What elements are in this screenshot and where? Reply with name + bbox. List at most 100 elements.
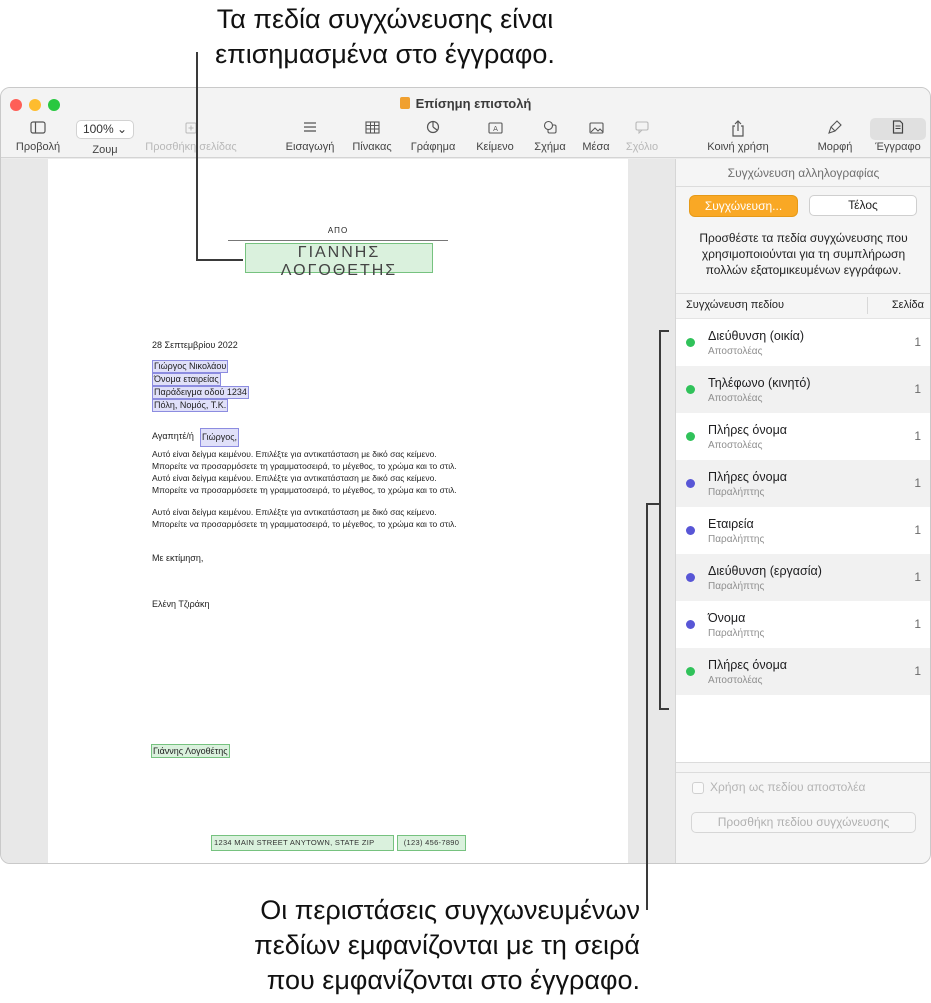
svg-text:A: A bbox=[493, 125, 498, 133]
use-as-sender-checkbox[interactable] bbox=[692, 782, 704, 794]
chart-button[interactable]: Γράφημα bbox=[406, 120, 460, 154]
sidebar-view-icon bbox=[9, 120, 67, 138]
field-page: 1 bbox=[914, 523, 921, 537]
zoom-control[interactable]: 100% ⌄ Ζουμ bbox=[75, 120, 135, 156]
field-name: Πλήρες όνομα bbox=[708, 470, 787, 484]
table-button[interactable]: Πίνακας bbox=[345, 120, 399, 154]
chart-pie-icon bbox=[406, 120, 460, 138]
company-merge-field[interactable]: Όνομα εταιρείας bbox=[152, 373, 221, 386]
text-button[interactable]: A Κείμενο bbox=[469, 120, 521, 154]
window-title: Επίσημη επιστολή bbox=[1, 96, 930, 111]
insert-button[interactable]: Εισαγωγή bbox=[281, 120, 339, 154]
callout-top-line2: επισημασμένα στο έγγραφο. bbox=[215, 39, 555, 69]
zoom-label: Ζουμ bbox=[92, 144, 118, 156]
field-list-item[interactable]: Εταιρεία Παραλήπτης 1 bbox=[676, 507, 930, 554]
comment-button[interactable]: Σχόλιο bbox=[619, 120, 665, 154]
merge-field-list: Διεύθυνση (οικία) Αποστολέας 1 Τηλέφωνο … bbox=[676, 318, 930, 763]
signer-name: Ελένη Τζιράκη bbox=[152, 599, 210, 609]
field-list-item[interactable]: Πλήρες όνομα Αποστολέας 1 bbox=[676, 413, 930, 460]
view-button[interactable]: Προβολή bbox=[9, 120, 67, 154]
zoom-select[interactable]: 100% ⌄ bbox=[75, 120, 135, 139]
sender-phone-merge-field[interactable]: (123) 456-7890 bbox=[397, 835, 466, 851]
add-page-button[interactable]: Προσθήκη σελίδας bbox=[141, 120, 241, 154]
street-merge-field[interactable]: Παράδειγμα οδού 1234 bbox=[152, 386, 249, 399]
body-line: Μπορείτε να προσαρμόσετε τη γραμματοσειρ… bbox=[152, 485, 457, 495]
field-name: Διεύθυνση (οικία) bbox=[708, 329, 805, 343]
field-list-item[interactable]: Διεύθυνση (εργασία) Παραλήπτης 1 bbox=[676, 554, 930, 601]
field-page: 1 bbox=[914, 664, 921, 678]
field-role: Παραλήπτης bbox=[708, 534, 765, 545]
comment-icon bbox=[619, 120, 665, 138]
toolbar: Επίσημη επιστολή Προβολή 100% ⌄ Ζουμ Προ… bbox=[1, 88, 930, 158]
sender-dot-icon bbox=[686, 667, 695, 676]
add-page-icon bbox=[141, 120, 241, 138]
field-page: 1 bbox=[914, 382, 921, 396]
field-list-item[interactable]: Πλήρες όνομα Παραλήπτης 1 bbox=[676, 460, 930, 507]
sender-dot-icon bbox=[686, 432, 695, 441]
field-page: 1 bbox=[914, 617, 921, 631]
format-button[interactable]: Μορφή bbox=[811, 120, 859, 154]
pages-window: Επίσημη επιστολή Προβολή 100% ⌄ Ζουμ Προ… bbox=[0, 87, 931, 864]
sender-signature-merge-field[interactable]: Γιάννης Λογοθέτης bbox=[151, 744, 230, 758]
recipient-dot-icon bbox=[686, 620, 695, 629]
callout-bottom-line3: που εμφανίζονται στο έγγραφο. bbox=[266, 965, 640, 995]
salutation-text: Αγαπητέ/ή bbox=[152, 431, 194, 441]
city-merge-field[interactable]: Πόλη, Νομός, Τ.Κ. bbox=[152, 399, 229, 412]
chart-label: Γράφημα bbox=[410, 141, 456, 153]
field-name: Τηλέφωνο (κινητό) bbox=[708, 376, 811, 390]
callout-bottom-bracket-bottom bbox=[659, 708, 669, 710]
callout-top-leader bbox=[196, 52, 198, 261]
share-button[interactable]: Κοινή χρήση bbox=[701, 120, 775, 154]
document-icon bbox=[867, 120, 929, 138]
callout-merge-fields-highlighted: Τα πεδία συγχώνευσης είναι επισημασμένα … bbox=[120, 2, 650, 72]
letter-date: 28 Σεπτεμβρίου 2022 bbox=[152, 340, 238, 350]
field-name: Εταιρεία bbox=[708, 517, 754, 531]
field-list-item[interactable]: Τηλέφωνο (κινητό) Αποστολέας 1 bbox=[676, 366, 930, 413]
callout-bottom-bracket-top bbox=[659, 330, 669, 332]
field-role: Παραλήπτης bbox=[708, 487, 765, 498]
text-box-icon: A bbox=[469, 120, 521, 138]
from-label: ΑΠΟ bbox=[327, 226, 349, 235]
paintbrush-icon bbox=[811, 120, 859, 138]
field-page: 1 bbox=[914, 429, 921, 443]
field-list-item[interactable]: Διεύθυνση (οικία) Αποστολέας 1 bbox=[676, 319, 930, 366]
document-icon bbox=[399, 97, 410, 109]
first-name-merge-field[interactable]: Γιώργος, bbox=[200, 428, 240, 447]
use-as-sender-label: Χρήση ως πεδίου αποστολέα bbox=[710, 780, 866, 794]
sender-dot-icon bbox=[686, 385, 695, 394]
column-header-page[interactable]: Σελίδα bbox=[876, 299, 924, 311]
divider bbox=[676, 772, 930, 773]
table-icon bbox=[345, 120, 399, 138]
format-label: Μορφή bbox=[817, 141, 853, 153]
recipient-dot-icon bbox=[686, 526, 695, 535]
done-button[interactable]: Τέλος bbox=[809, 195, 917, 216]
field-name: Διεύθυνση (εργασία) bbox=[708, 564, 822, 578]
share-label: Κοινή χρήση bbox=[707, 141, 769, 153]
callout-bottom-leader bbox=[646, 503, 648, 910]
field-role: Αποστολέας bbox=[708, 346, 763, 357]
field-role: Παραλήπτης bbox=[708, 581, 765, 592]
field-name: Όνομα bbox=[708, 611, 746, 625]
insert-list-icon bbox=[281, 120, 339, 138]
sender-name-merge-field[interactable]: ΓΙΑΝΝΗΣ ΛΟΓΟΘΕΤΗΣ bbox=[245, 243, 433, 279]
recipient-name-merge-field[interactable]: Γιώργος Νικολάου bbox=[152, 360, 229, 373]
field-list-item[interactable]: Όνομα Παραλήπτης 1 bbox=[676, 601, 930, 648]
sender-address-merge-field[interactable]: 1234 MAIN STREET ANYTOWN, STATE ZIP bbox=[211, 835, 394, 851]
shape-button[interactable]: Σχήμα bbox=[527, 120, 573, 154]
add-merge-field-button[interactable]: Προσθήκη πεδίου συγχώνευσης bbox=[691, 812, 916, 833]
document-page[interactable]: ΑΠΟ ΓΙΑΝΝΗΣ ΛΟΓΟΘΕΤΗΣ 28 Σεπτεμβρίου 202… bbox=[48, 159, 628, 863]
merge-button[interactable]: Συγχώνευση... bbox=[690, 196, 797, 216]
sender-dot-icon bbox=[686, 338, 695, 347]
document-canvas: ΑΠΟ ΓΙΑΝΝΗΣ ΛΟΓΟΘΕΤΗΣ 28 Σεπτεμβρίου 202… bbox=[1, 159, 675, 863]
field-list-item[interactable]: Πλήρες όνομα Αποστολέας 1 bbox=[676, 648, 930, 695]
column-header-merge-field[interactable]: Συγχώνευση πεδίου bbox=[686, 299, 784, 311]
field-page: 1 bbox=[914, 335, 921, 349]
callout-bottom-line1: Οι περιστάσεις συγχωνευμένων bbox=[260, 895, 640, 925]
media-button[interactable]: Μέσα bbox=[577, 120, 615, 154]
callout-bottom-line2: πεδίων εμφανίζονται με τη σειρά bbox=[254, 930, 640, 960]
body-line: Μπορείτε να προσαρμόσετε τη γραμματοσειρ… bbox=[152, 461, 457, 471]
table-label: Πίνακας bbox=[352, 141, 392, 153]
canvas-scrollbar[interactable] bbox=[661, 159, 675, 863]
document-button[interactable]: Έγγραφο bbox=[867, 120, 929, 154]
field-page: 1 bbox=[914, 570, 921, 584]
